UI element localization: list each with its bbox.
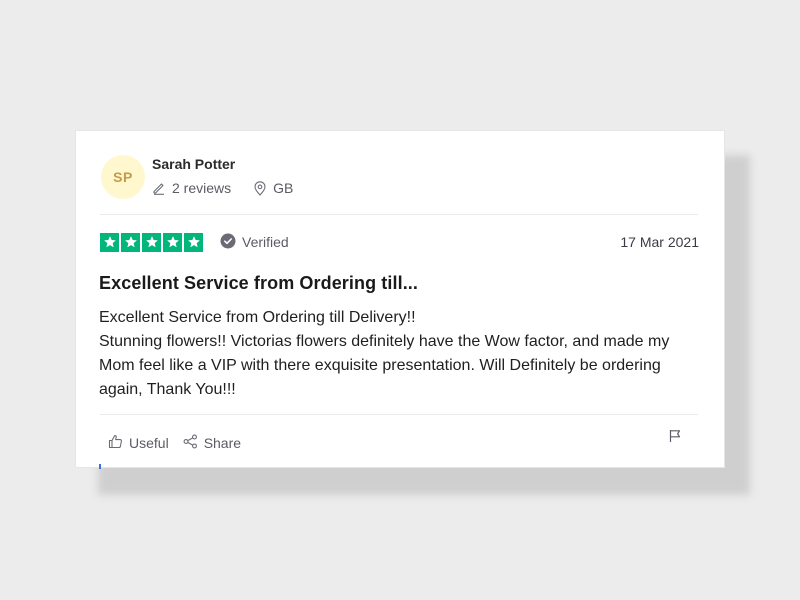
- star-icon: [100, 232, 119, 252]
- focus-indicator: [99, 464, 101, 469]
- footer-divider: [100, 414, 698, 415]
- location-item: GB: [253, 180, 293, 196]
- star-icon: [142, 232, 161, 252]
- review-body-line: Excellent Service from Ordering till Del…: [99, 309, 416, 326]
- share-button[interactable]: Share: [183, 434, 241, 452]
- reviewer-meta: 2 reviews GB: [152, 180, 315, 196]
- rating-row: Verified 17 Mar 2021: [100, 231, 699, 253]
- useful-label: Useful: [129, 435, 169, 451]
- country-code: GB: [273, 180, 294, 196]
- location-pin-icon: [253, 180, 267, 196]
- review-card: SP Sarah Potter 2 reviews GB Verified 17…: [75, 130, 725, 469]
- report-button[interactable]: [668, 429, 682, 448]
- review-body: Excellent Service from Ordering till Del…: [99, 306, 699, 402]
- flag-icon: [668, 430, 682, 447]
- review-date: 17 Mar 2021: [620, 234, 699, 250]
- verified-badge[interactable]: Verified: [220, 233, 289, 252]
- avatar[interactable]: SP: [101, 155, 145, 199]
- reviews-count: 2 reviews: [172, 180, 232, 196]
- pencil-icon: [152, 181, 166, 195]
- thumbs-up-icon: [108, 434, 123, 452]
- verified-label: Verified: [242, 234, 289, 250]
- share-icon: [183, 434, 198, 452]
- share-label: Share: [203, 435, 242, 451]
- star-icon: [163, 232, 182, 252]
- header-divider: [100, 214, 698, 215]
- review-body-line: Stunning flowers!! Victorias flowers def…: [99, 333, 670, 398]
- review-actions: Useful Share: [108, 434, 255, 452]
- star-icon: [121, 232, 140, 252]
- reviewer-name[interactable]: Sarah Potter: [152, 156, 235, 172]
- star-rating: [100, 232, 203, 252]
- reviews-count-item: 2 reviews: [152, 180, 231, 196]
- check-badge-icon: [220, 233, 236, 252]
- review-title[interactable]: Excellent Service from Ordering till...: [99, 273, 418, 294]
- useful-button[interactable]: Useful: [108, 434, 169, 452]
- star-icon: [184, 232, 203, 252]
